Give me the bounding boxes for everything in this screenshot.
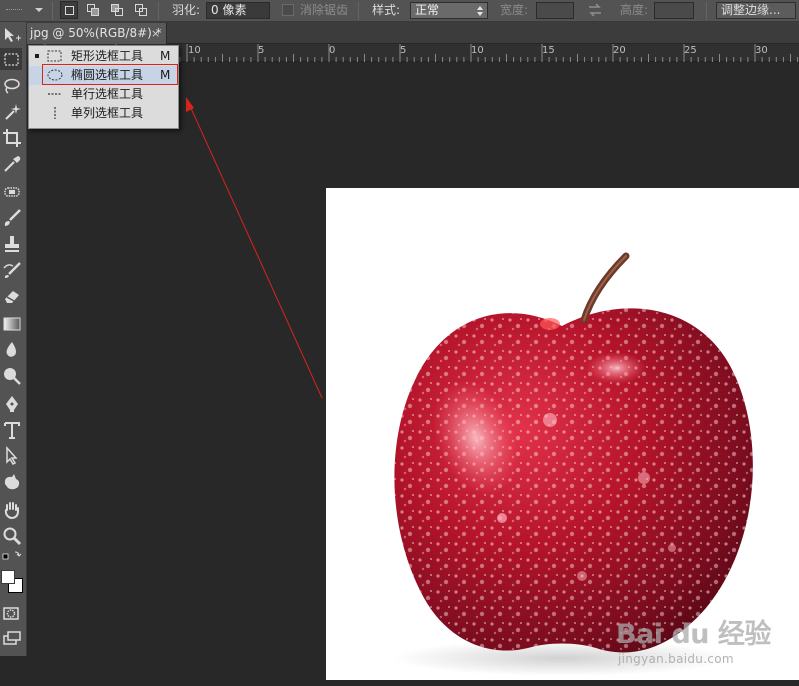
single-row-marquee-icon [48,93,62,95]
current-tool-bullet [35,54,39,58]
watermark-brand: Bai du 经验 [616,619,771,650]
annotation-highlight-box [42,64,178,85]
baidu-jingyan-watermark: Bai du 经验 jingyan.baidu.com [614,604,799,668]
rect-marquee-icon [47,50,62,62]
menu-item-label: 单行选框工具 [71,87,144,101]
menu-item-single-row-marquee[interactable]: 单行选框工具 [29,85,178,104]
menu-item-single-column-marquee[interactable]: 单列选框工具 [29,104,178,123]
photoshop-window: 羽化: 0 像素 消除锯齿 样式: 正常 宽度: 高度: 调整边缘... jpg… [0,0,799,686]
watermark-url: jingyan.baidu.com [618,652,734,666]
menu-item-label: 单列选框工具 [71,106,144,120]
marquee-tools-flyout: 矩形选框工具 M 椭圆选框工具 M 单行选框工具 单列选框工具 [28,45,179,129]
single-column-marquee-icon [54,107,56,119]
